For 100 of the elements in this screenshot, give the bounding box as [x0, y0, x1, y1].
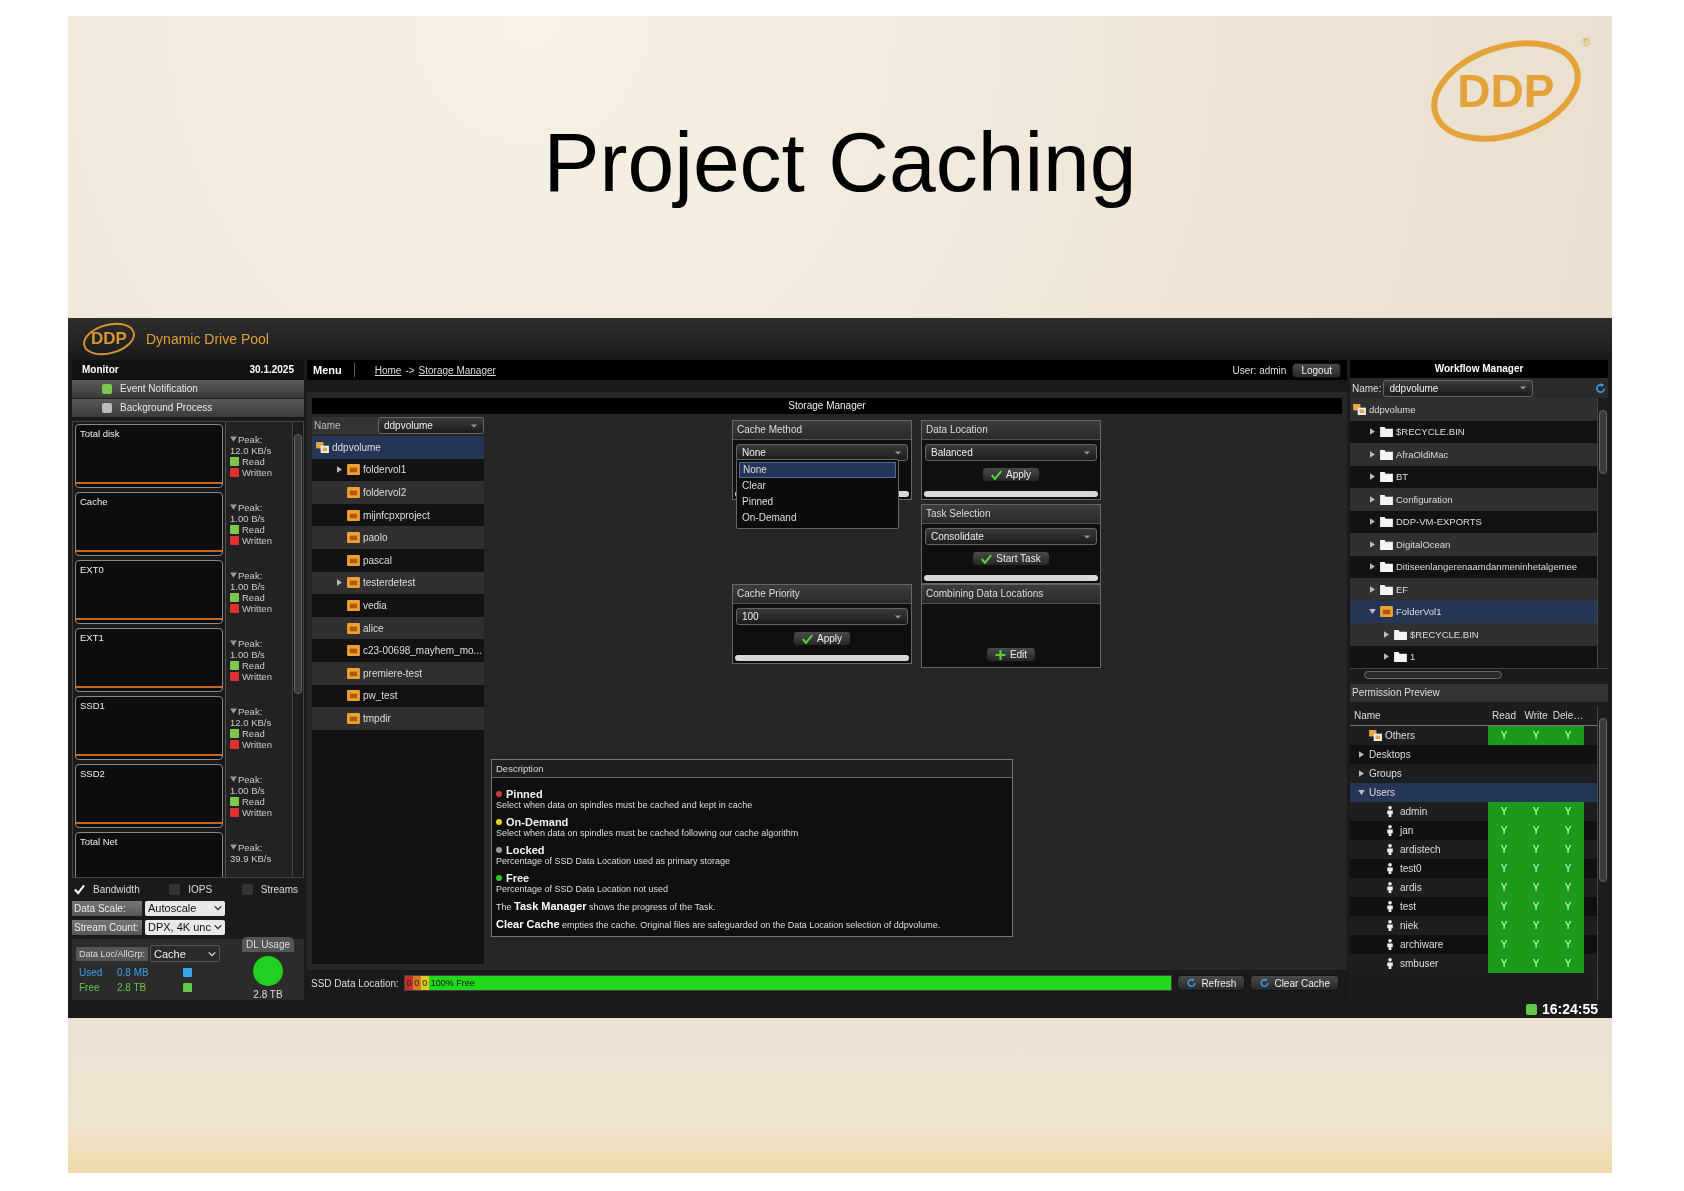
expand-arrow-icon[interactable]	[1369, 450, 1375, 458]
tab[interactable]: DL Usage	[241, 937, 295, 953]
expand-arrow-icon[interactable]	[1358, 751, 1364, 758]
tree-item[interactable]: pascal	[312, 548, 484, 572]
tree-item[interactable]: DigitalOcean	[1350, 533, 1597, 556]
user-icon	[1386, 844, 1394, 855]
expand-arrow-icon[interactable]	[1369, 495, 1375, 503]
apply-button[interactable]: Apply	[793, 631, 851, 646]
refresh-icon[interactable]	[1595, 382, 1606, 394]
tree-item[interactable]: 1	[1350, 645, 1597, 668]
permission-row[interactable]: jan Y Y Y	[1350, 821, 1597, 840]
folder-icon	[1380, 583, 1393, 595]
tree-item[interactable]: testerdetest	[312, 571, 484, 595]
permission-cell: Y	[1488, 954, 1520, 973]
edit-button[interactable]: Edit	[985, 647, 1037, 662]
legend-label: Written	[242, 602, 272, 614]
refresh-button[interactable]: Refresh	[1177, 975, 1246, 991]
tree-item[interactable]: FolderVol1	[1350, 600, 1597, 623]
dropdown[interactable]: Autoscale	[145, 900, 225, 916]
expand-arrow-icon[interactable]	[336, 579, 342, 587]
tree-item[interactable]: foldervol1	[312, 458, 484, 482]
expand-arrow-icon[interactable]	[1369, 473, 1375, 481]
breadcrumb-link[interactable]: Home	[374, 364, 402, 376]
dropdown[interactable]: 100	[736, 608, 908, 625]
expand-arrow-icon[interactable]	[1368, 609, 1376, 615]
expand-arrow-icon[interactable]	[1369, 563, 1375, 571]
tree-item[interactable]: AfraOldiMac	[1350, 443, 1597, 466]
expand-arrow-icon[interactable]	[1369, 428, 1375, 436]
tree-item[interactable]: BT	[1350, 465, 1597, 488]
expand-arrow-icon[interactable]	[1357, 790, 1365, 795]
apply-button[interactable]: Apply	[982, 467, 1040, 482]
tree-item[interactable]: $RECYCLE.BIN	[1350, 623, 1597, 646]
dropdown[interactable]: ddpvolume	[378, 417, 484, 434]
tree-item[interactable]: c23-00698_mayhem_mo...	[312, 639, 484, 662]
tree-item[interactable]: pw_test	[312, 684, 484, 708]
description-text: Clear Cache empties the cache. Original files are safeguarded on the Data Location selection of ddpvolume.	[496, 918, 942, 930]
peak-label: Peak:	[238, 433, 263, 445]
column-header[interactable]: Read	[1488, 710, 1520, 721]
tree-item[interactable]: mijnfcpxproject	[312, 503, 484, 527]
expand-arrow-icon[interactable]	[336, 466, 342, 474]
tree-item[interactable]: tmpdir	[312, 707, 484, 730]
folder-icon	[1380, 493, 1393, 505]
tree-item[interactable]: Configuration	[1350, 488, 1597, 511]
dropdown[interactable]: DPX, 4K unc	[145, 919, 225, 935]
tree-item[interactable]: paolo	[312, 526, 484, 549]
dropdown[interactable]: Cache	[150, 945, 221, 963]
scrollbar[interactable]	[292, 421, 303, 877]
checkbox[interactable]	[241, 883, 253, 895]
dropdown[interactable]: ddpvolume	[1383, 379, 1534, 397]
tree-item[interactable]: premiere-test	[312, 661, 484, 685]
triangle-icon[interactable]	[230, 572, 237, 578]
column-header[interactable]: Write	[1520, 710, 1552, 721]
triangle-icon[interactable]	[230, 640, 237, 646]
triangle-icon[interactable]	[230, 844, 237, 850]
start-task-button[interactable]: Start Task	[972, 551, 1050, 566]
tree-item[interactable]: ddpvolume	[312, 436, 484, 459]
clear-cache-button[interactable]: Clear Cache	[1250, 975, 1339, 991]
dropdown[interactable]: Consolidate	[925, 528, 1097, 545]
permission-row[interactable]: test Y Y Y	[1350, 897, 1597, 916]
expand-arrow-icon[interactable]	[1369, 585, 1375, 593]
permission-row[interactable]: archiware Y Y Y	[1350, 935, 1597, 954]
triangle-icon[interactable]	[230, 436, 237, 442]
logout-button[interactable]: Logout	[1292, 362, 1341, 378]
field-label: Data Loc/AllGrp:	[76, 946, 149, 961]
expand-arrow-icon[interactable]	[1383, 653, 1389, 661]
dropdown-option[interactable]: Clear	[739, 478, 896, 494]
permission-row[interactable]: test0 Y Y Y	[1350, 859, 1597, 878]
tree-item[interactable]: $RECYCLE.BIN	[1350, 420, 1597, 443]
menu-button[interactable]: Menu	[313, 364, 342, 376]
checkbox[interactable]	[74, 883, 85, 895]
dropdown-option[interactable]: Pinned	[739, 494, 896, 510]
tree-item[interactable]: DDP-VM-EXPORTS	[1350, 510, 1597, 533]
toggle-row[interactable]: Background Process	[72, 398, 304, 417]
breadcrumb-link[interactable]: Storage Manager	[418, 364, 496, 376]
dropdown[interactable]: Balanced	[925, 444, 1097, 461]
tree-item[interactable]: EF	[1350, 578, 1597, 601]
dropdown-option[interactable]: None	[739, 462, 896, 478]
checkbox[interactable]	[169, 883, 181, 895]
chevron-icon	[1083, 449, 1091, 456]
expand-arrow-icon[interactable]	[1383, 630, 1389, 638]
column-header[interactable]: Dele…	[1552, 710, 1584, 721]
dropdown-option[interactable]: On-Demand	[739, 510, 896, 526]
expand-arrow-icon[interactable]	[1369, 540, 1375, 548]
triangle-icon[interactable]	[230, 776, 237, 782]
permission-row[interactable]: Desktops	[1350, 745, 1597, 764]
expand-arrow-icon[interactable]	[1369, 518, 1375, 526]
tree-item[interactable]: vedia	[312, 594, 484, 617]
scrollbar[interactable]	[1597, 398, 1608, 668]
legend-label: Written	[242, 670, 272, 682]
permission-row[interactable]: Users	[1350, 783, 1597, 802]
tree-item[interactable]: alice	[312, 616, 484, 640]
scrollbar[interactable]	[1350, 668, 1608, 681]
triangle-icon[interactable]	[230, 504, 237, 510]
tree-item[interactable]: foldervol2	[312, 481, 484, 504]
permission-name: jan	[1400, 825, 1414, 836]
triangle-icon[interactable]	[230, 708, 237, 714]
column-header[interactable]: Name	[1350, 710, 1488, 721]
expand-arrow-icon[interactable]	[1358, 770, 1364, 777]
tree-item[interactable]: ddpvolume	[1350, 398, 1597, 421]
tree-item[interactable]: Ditiseenlangerenaamdanmeninhetalgemee	[1350, 555, 1597, 578]
